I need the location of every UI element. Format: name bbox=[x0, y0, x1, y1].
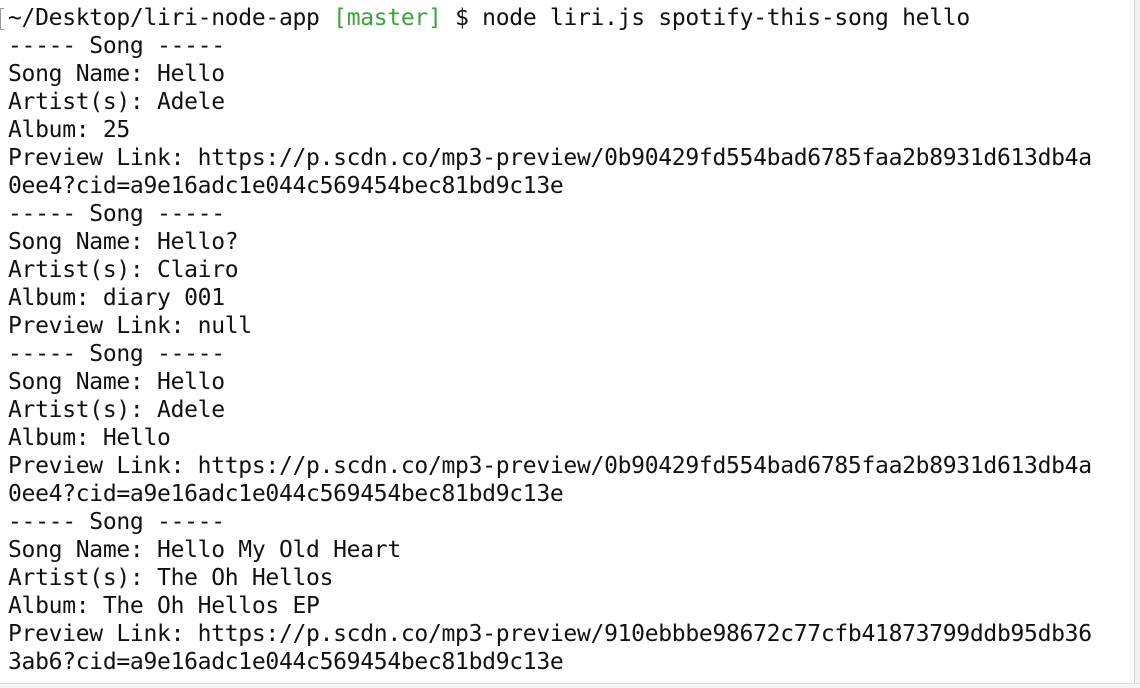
output-line: Preview Link: https://p.scdn.co/mp3-prev… bbox=[8, 453, 1092, 479]
terminal-window[interactable]: ~/Desktop/liri-node-app [master] $ node … bbox=[0, 0, 1136, 684]
output-line: 0ee4?cid=a9e16adc1e044c569454bec81bd9c13… bbox=[8, 173, 564, 199]
command-text: $ node liri.js spotify-this-song hello bbox=[441, 5, 970, 31]
output-line: Preview Link: null bbox=[8, 313, 252, 339]
output-line: Artist(s): Adele bbox=[8, 89, 225, 115]
output-line: Song Name: Hello? bbox=[8, 229, 239, 255]
prompt-path: ~/Desktop/liri-node-app bbox=[8, 5, 334, 31]
output-line: Album: 25 bbox=[8, 117, 130, 143]
output-line: Preview Link: https://p.scdn.co/mp3-prev… bbox=[8, 621, 1092, 647]
output-line: ----- Song ----- bbox=[8, 509, 225, 535]
scrollbar[interactable] bbox=[1134, 0, 1140, 688]
prompt-line: ~/Desktop/liri-node-app [master] $ node … bbox=[8, 4, 1092, 32]
selection-bracket bbox=[0, 8, 4, 30]
window-bottom-edge bbox=[0, 683, 1140, 688]
output-line: ----- Song ----- bbox=[8, 341, 225, 367]
output-line: 3ab6?cid=a9e16adc1e044c569454bec81bd9c13… bbox=[8, 649, 564, 675]
output-line: Album: diary 001 bbox=[8, 285, 225, 311]
output-line: Song Name: Hello bbox=[8, 61, 225, 87]
output-line: Artist(s): Clairo bbox=[8, 257, 239, 283]
output-line: Song Name: Hello bbox=[8, 369, 225, 395]
output-line: Album: Hello bbox=[8, 425, 171, 451]
output-line: Artist(s): Adele bbox=[8, 397, 225, 423]
output-line: Artist(s): The Oh Hellos bbox=[8, 565, 334, 591]
output-line: Preview Link: https://p.scdn.co/mp3-prev… bbox=[8, 145, 1092, 171]
output-line: ----- Song ----- bbox=[8, 201, 225, 227]
git-branch: [master] bbox=[333, 5, 442, 31]
output-line: Album: The Oh Hellos EP bbox=[8, 593, 320, 619]
terminal-output: ~/Desktop/liri-node-app [master] $ node … bbox=[8, 4, 1092, 676]
output-line: Song Name: Hello My Old Heart bbox=[8, 537, 401, 563]
output-line: ----- Song ----- bbox=[8, 33, 225, 59]
output-line: 0ee4?cid=a9e16adc1e044c569454bec81bd9c13… bbox=[8, 481, 564, 507]
